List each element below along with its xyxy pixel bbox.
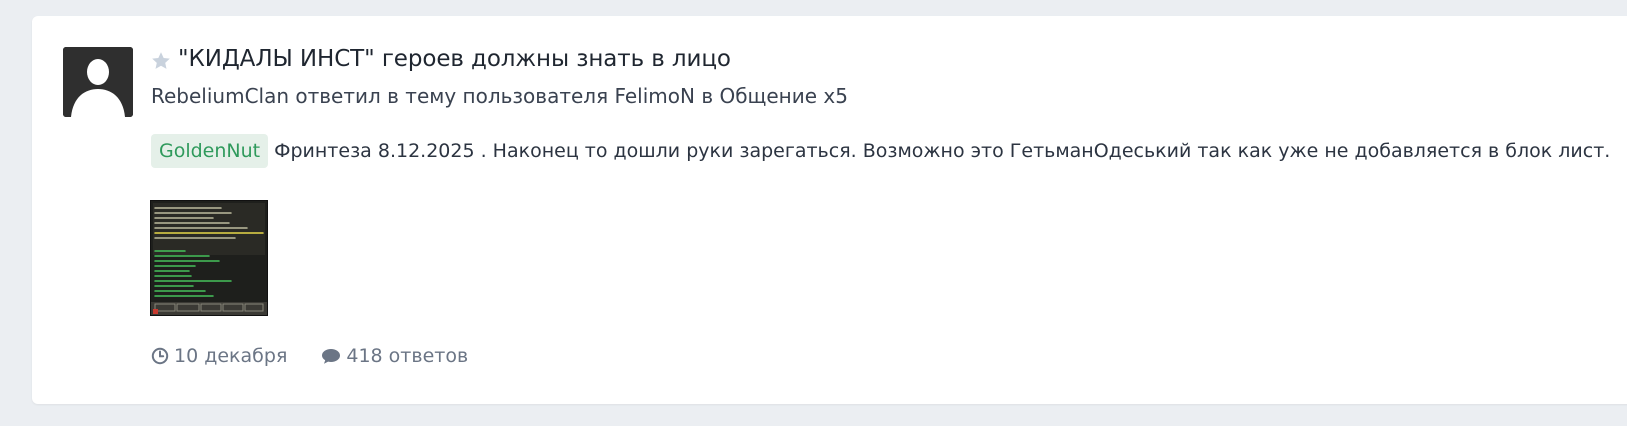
comment-icon [322, 349, 341, 364]
topic-excerpt-row: GoldenNut Фринтеза 8.12.2025 . Наконец т… [151, 134, 1610, 168]
topic-card: "КИДАЛЫ ИНСТ" героев должны знать в лицо… [32, 16, 1627, 404]
topic-footer: 10 декабря 418 ответов [151, 345, 468, 367]
clock-icon [151, 347, 169, 365]
attachment-thumbnail[interactable] [150, 200, 268, 316]
topic-replies-label: 418 ответов [346, 345, 469, 367]
topic-meta: RebeliumClan ответил в тему пользователя… [151, 84, 848, 108]
topic-date-label: 10 декабря [174, 345, 288, 367]
topic-tag[interactable]: GoldenNut [151, 134, 269, 168]
user-avatar[interactable] [63, 47, 133, 117]
topic-replies[interactable]: 418 ответов [321, 345, 468, 367]
star-icon[interactable] [150, 50, 172, 72]
topic-title-row: "КИДАЛЫ ИНСТ" героев должны знать в лицо [150, 46, 731, 72]
topic-excerpt: Фринтеза 8.12.2025 . Наконец то дошли ру… [274, 140, 1611, 162]
topic-date[interactable]: 10 декабря [151, 345, 287, 367]
topic-title[interactable]: "КИДАЛЫ ИНСТ" героев должны знать в лицо [178, 46, 731, 72]
